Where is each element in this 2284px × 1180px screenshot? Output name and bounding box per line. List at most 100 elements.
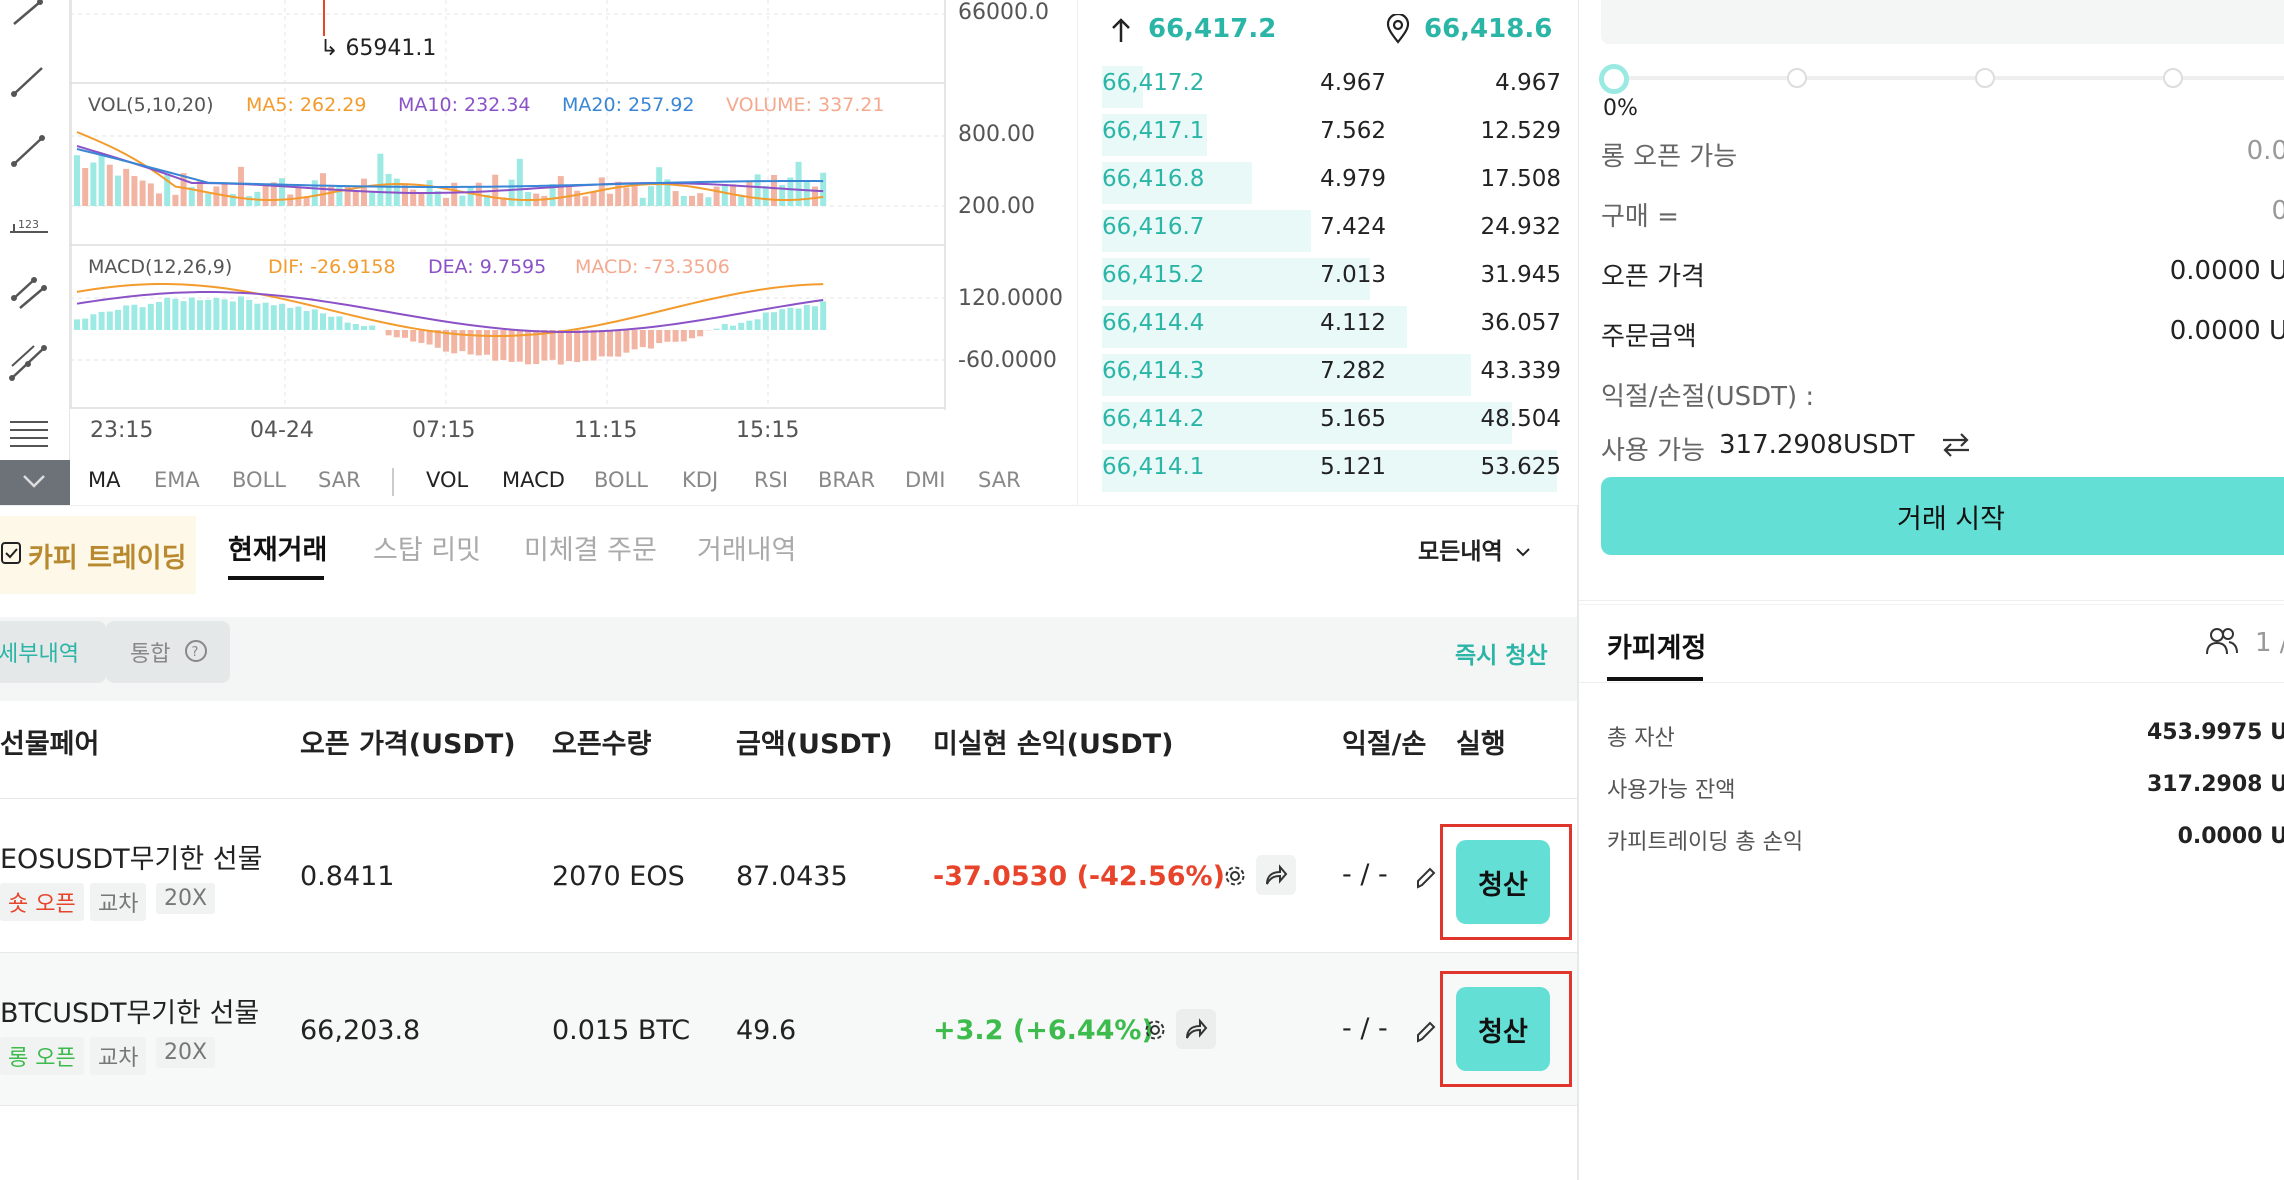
edit-icon[interactable]: [1412, 1019, 1438, 1045]
slider-handle[interactable]: [1599, 64, 1629, 94]
start-trading-button[interactable]: 거래 시작: [1601, 477, 2284, 555]
slider-step[interactable]: [2163, 68, 2183, 88]
time-axis-label: 23:15: [90, 418, 154, 443]
tab-current-positions[interactable]: 현재거래: [228, 528, 327, 567]
indicator-boll-sub[interactable]: BOLL: [594, 468, 648, 492]
macd-bar: [147, 303, 154, 330]
fibonacci-tool-icon[interactable]: [6, 412, 52, 458]
pair-name: EOSUSDT무기한 선물: [0, 844, 263, 875]
open-price-cell: 0.8411: [300, 861, 395, 892]
macd-bar: [279, 303, 285, 330]
macd-bar: [598, 330, 605, 357]
tab-trade-history[interactable]: 거래내역: [697, 528, 796, 567]
order-panel: 0% 롱 오픈 가능 0.0 구매 = 0 오픈 가격 0.0000 U 주문금…: [1578, 0, 2284, 1180]
collapse-toolbar-button[interactable]: [0, 460, 70, 505]
merge-toggle[interactable]: 통합 ?: [106, 621, 230, 683]
parallel-channel-icon[interactable]: [6, 270, 52, 316]
volume-bar: [115, 175, 121, 206]
ask-price: 66,416.8: [1102, 166, 1205, 192]
copy-account-tab[interactable]: 카피계정: [1607, 626, 1706, 665]
close-position-button[interactable]: 청산: [1456, 987, 1550, 1071]
price-label-tool-icon[interactable]: 123: [6, 200, 52, 246]
low-price-marker: ↳ 65941.1: [320, 36, 437, 61]
order-book-row[interactable]: 66,416.7 7.424 24.932: [1078, 204, 1579, 252]
chevron-down-icon: [1516, 548, 1530, 557]
tab-open-orders[interactable]: 미체결 주문: [524, 528, 657, 567]
macd-bar: [754, 319, 761, 330]
indicator-ma[interactable]: MA: [88, 468, 120, 492]
macd-axis-label: 120.0000: [958, 286, 1063, 311]
macd-bar: [115, 309, 121, 330]
ask-total: 53.625: [1480, 454, 1561, 480]
share-button[interactable]: [1176, 1009, 1216, 1049]
indicator-brar[interactable]: BRAR: [818, 468, 875, 492]
order-book-row[interactable]: 66,414.4 4.112 36.057: [1078, 300, 1579, 348]
order-book-row[interactable]: 66,417.2 4.967 4.967: [1078, 60, 1579, 108]
volume-bar: [648, 186, 654, 206]
tab-stop-limit[interactable]: 스탑 리밋: [373, 528, 481, 567]
order-book-row[interactable]: 66,414.1 5.121 53.625: [1078, 444, 1579, 492]
macd-bar: [254, 303, 261, 330]
gear-icon[interactable]: [1222, 863, 1248, 889]
leverage-slider-track[interactable]: [1615, 76, 2284, 80]
macd-bar: [762, 312, 769, 330]
order-book-row[interactable]: 66,416.8 4.979 17.508: [1078, 156, 1579, 204]
indicator-sar[interactable]: SAR: [318, 468, 361, 492]
indicator-kdj[interactable]: KDJ: [682, 468, 718, 492]
macd-bar: [639, 330, 646, 348]
ask-total: 12.529: [1480, 118, 1561, 144]
time-axis-label: 04-24: [250, 418, 314, 443]
instant-close-button[interactable]: 즉시 청산: [1455, 636, 1548, 670]
macd-bar: [336, 316, 343, 330]
segment-tool-icon[interactable]: [6, 128, 52, 174]
indicator-sar-sub[interactable]: SAR: [978, 468, 1021, 492]
gear-icon[interactable]: [1142, 1017, 1168, 1043]
edit-icon[interactable]: [1412, 865, 1438, 891]
indicator-boll[interactable]: BOLL: [232, 468, 286, 492]
order-book-row[interactable]: 66,414.2 5.165 48.504: [1078, 396, 1579, 444]
macd-bar: [492, 330, 499, 361]
macd-bar: [139, 307, 146, 330]
copy-account-tab-underline: [1607, 677, 1703, 681]
indicator-ema[interactable]: EMA: [154, 468, 200, 492]
indicator-bar: MA EMA BOLL SAR VOL MACD BOLL KDJ RSI BR…: [70, 460, 1077, 505]
macd-bar: [385, 330, 392, 336]
slider-step[interactable]: [1975, 68, 1995, 88]
help-icon[interactable]: ?: [184, 639, 208, 663]
indicator-dmi[interactable]: DMI: [905, 468, 945, 492]
drawing-toolbar: 123: [0, 0, 70, 505]
amount-input-box[interactable]: [1601, 0, 2284, 44]
filter-dropdown[interactable]: 모든내역: [1418, 532, 1532, 566]
volume-bar: [672, 191, 679, 206]
macd-bar: [262, 302, 269, 330]
kline-chart[interactable]: 66000.0 ↳ 65941.1 800.00 200.00 120.0000…: [70, 0, 1077, 505]
vol-indicator-title: VOL(5,10,20): [88, 94, 214, 116]
ask-total: 4.967: [1495, 70, 1561, 96]
price-axis-label: 66000.0: [958, 0, 1049, 25]
macd-bar: [672, 330, 679, 342]
share-icon: [1186, 1018, 1208, 1039]
detail-toggle[interactable]: 세부내역: [0, 621, 106, 683]
close-position-button[interactable]: 청산: [1456, 840, 1550, 924]
share-button[interactable]: [1256, 855, 1296, 895]
order-book-row[interactable]: 66,417.1 7.562 12.529: [1078, 108, 1579, 156]
order-book-row[interactable]: 66,415.2 7.013 31.945: [1078, 252, 1579, 300]
line-tool-icon[interactable]: [6, 58, 52, 104]
ray-tool-icon[interactable]: [6, 0, 52, 36]
amount-cell: 49.6: [736, 1015, 797, 1046]
volume-bar: [418, 192, 425, 206]
volume-bar: [631, 185, 638, 206]
order-book-row[interactable]: 66,414.3 7.282 43.339: [1078, 348, 1579, 396]
svg-text:123: 123: [18, 218, 39, 231]
volume-bar: [607, 193, 613, 206]
transfer-icon[interactable]: [1939, 430, 1973, 460]
copy-trading-badge[interactable]: 카피 트레이딩: [0, 516, 196, 594]
table-row: EOSUSDT무기한 선물 숏 오픈 교차 20X 0.8411 2070 EO…: [0, 798, 1578, 952]
pitchfork-tool-icon[interactable]: [6, 340, 52, 386]
slider-step[interactable]: [1787, 68, 1807, 88]
indicator-vol[interactable]: VOL: [426, 468, 468, 492]
indicator-macd[interactable]: MACD: [502, 468, 565, 492]
unrealized-pnl-cell: -37.0530 (-42.56%): [933, 861, 1225, 892]
indicator-rsi[interactable]: RSI: [754, 468, 788, 492]
macd-bar: [475, 330, 482, 356]
